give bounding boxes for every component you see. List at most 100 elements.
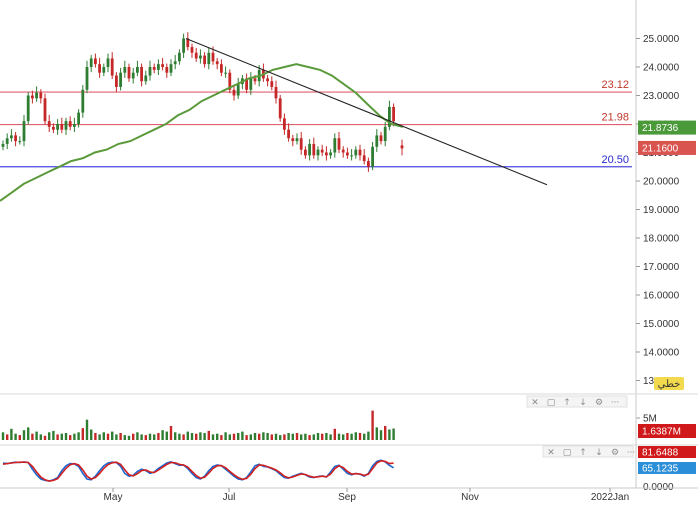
more-icon[interactable]: ··· bbox=[627, 448, 636, 458]
candle-body bbox=[383, 126, 387, 142]
volume-bar bbox=[31, 433, 34, 440]
candle-body bbox=[161, 64, 164, 67]
volume-tag: 1.6387M bbox=[642, 427, 681, 438]
maximize-icon[interactable]: ▢ bbox=[563, 448, 572, 458]
price-axis: 25.000024.000023.000022.000021.000020.00… bbox=[0, 0, 698, 489]
candle-body bbox=[165, 67, 169, 73]
volume-bar bbox=[300, 434, 303, 440]
volume-bar bbox=[295, 433, 299, 440]
candle-body bbox=[47, 121, 51, 127]
volume-bar bbox=[90, 429, 93, 440]
candle-body bbox=[131, 72, 135, 79]
y-tick-label: 17.0000 bbox=[643, 262, 680, 273]
volume-bar bbox=[195, 433, 198, 440]
volume-bar bbox=[186, 431, 189, 440]
candle-body bbox=[18, 141, 22, 143]
candle-body bbox=[350, 155, 353, 157]
mode-tag: خطي bbox=[658, 379, 681, 390]
candle-body bbox=[400, 145, 404, 149]
x-tick-label: Sep bbox=[338, 492, 356, 503]
volume-bar bbox=[153, 434, 156, 440]
trend-line bbox=[185, 37, 548, 186]
candle-body bbox=[270, 81, 274, 87]
candle-body bbox=[266, 78, 269, 82]
pane-toolbars[interactable]: ✕ ▢ ↑ ↓ ⚙ ··· ✕ ▢ ↑ ↓ ⚙ ··· bbox=[526, 395, 636, 458]
candle-body bbox=[362, 155, 366, 162]
volume-bar bbox=[52, 430, 55, 440]
volume-bar bbox=[56, 434, 59, 440]
candle-body bbox=[358, 149, 362, 156]
candle-body bbox=[173, 61, 177, 65]
volume-bar bbox=[148, 433, 152, 440]
candle-body bbox=[106, 58, 110, 67]
candle-body bbox=[89, 58, 93, 67]
volume-bar bbox=[262, 432, 265, 440]
candle-body bbox=[341, 149, 345, 153]
candle-body bbox=[379, 135, 383, 142]
last-price-tag: 21.1600 bbox=[642, 143, 679, 154]
move-down-icon[interactable]: ↓ bbox=[595, 448, 603, 458]
volume-bar bbox=[111, 431, 114, 440]
candle-body bbox=[354, 149, 358, 156]
volume-bar bbox=[392, 428, 395, 440]
settings-icon[interactable]: ⚙ bbox=[611, 448, 619, 458]
y-tick-label: 25.0000 bbox=[643, 34, 680, 45]
volume-bar bbox=[161, 430, 164, 440]
candle-body bbox=[320, 149, 324, 153]
volume-bar bbox=[14, 433, 17, 440]
candle-body bbox=[39, 92, 43, 99]
volume-bar bbox=[363, 433, 366, 440]
move-up-icon[interactable]: ↑ bbox=[579, 448, 587, 458]
candle-body bbox=[232, 89, 236, 96]
level-label-21.98: 21.98 bbox=[601, 112, 629, 124]
volume-bar bbox=[35, 431, 38, 440]
x-tick-label: Jul bbox=[223, 492, 236, 503]
volume-bar bbox=[375, 427, 378, 440]
candle-body bbox=[375, 135, 379, 147]
level-label-20.50: 20.50 bbox=[601, 154, 629, 166]
volume-bar bbox=[136, 432, 139, 440]
volume-bar bbox=[312, 434, 315, 440]
settings-icon[interactable]: ⚙ bbox=[595, 398, 603, 408]
candle-body bbox=[249, 78, 253, 90]
close-icon[interactable]: ✕ bbox=[531, 398, 539, 408]
volume-bar bbox=[270, 434, 273, 440]
candle-body bbox=[1, 143, 5, 147]
volume-bar bbox=[39, 434, 42, 440]
candle-body bbox=[85, 67, 89, 90]
stoch-tag-1: 81.6488 bbox=[642, 448, 679, 459]
volume-bar bbox=[102, 432, 105, 440]
stoch-k-line bbox=[2, 459, 395, 482]
candle-body bbox=[199, 55, 202, 59]
volume-bar bbox=[182, 434, 185, 440]
volume-bar bbox=[144, 435, 147, 440]
volume-bar bbox=[379, 430, 383, 440]
candle-body bbox=[304, 149, 307, 156]
stoch-tag-2: 65.1235 bbox=[642, 464, 679, 475]
candle-body bbox=[64, 121, 68, 130]
move-down-icon[interactable]: ↓ bbox=[579, 398, 587, 408]
x-tick-label: Nov bbox=[461, 492, 479, 503]
candle-body bbox=[215, 61, 219, 65]
candle-body bbox=[119, 72, 122, 87]
candle-body bbox=[274, 86, 278, 99]
volume-bar bbox=[258, 433, 261, 440]
volume-bar bbox=[321, 433, 324, 440]
volume-bar bbox=[211, 434, 215, 440]
y-tick-label: 15.0000 bbox=[643, 319, 680, 330]
volume-bar bbox=[228, 434, 231, 440]
candle-body bbox=[367, 161, 370, 167]
vol-tick-label: 5M bbox=[643, 414, 657, 425]
move-up-icon[interactable]: ↑ bbox=[563, 398, 571, 408]
volume-bar bbox=[203, 433, 206, 440]
maximize-icon[interactable]: ▢ bbox=[547, 398, 556, 408]
candle-body bbox=[73, 124, 76, 127]
candle-body bbox=[94, 58, 97, 65]
close-icon[interactable]: ✕ bbox=[547, 448, 555, 458]
candle-body bbox=[144, 75, 148, 82]
candle-body bbox=[178, 52, 181, 62]
more-icon[interactable]: ··· bbox=[611, 398, 620, 408]
candle-body bbox=[392, 106, 395, 122]
candle-body bbox=[22, 121, 26, 142]
candle-body bbox=[152, 67, 156, 70]
